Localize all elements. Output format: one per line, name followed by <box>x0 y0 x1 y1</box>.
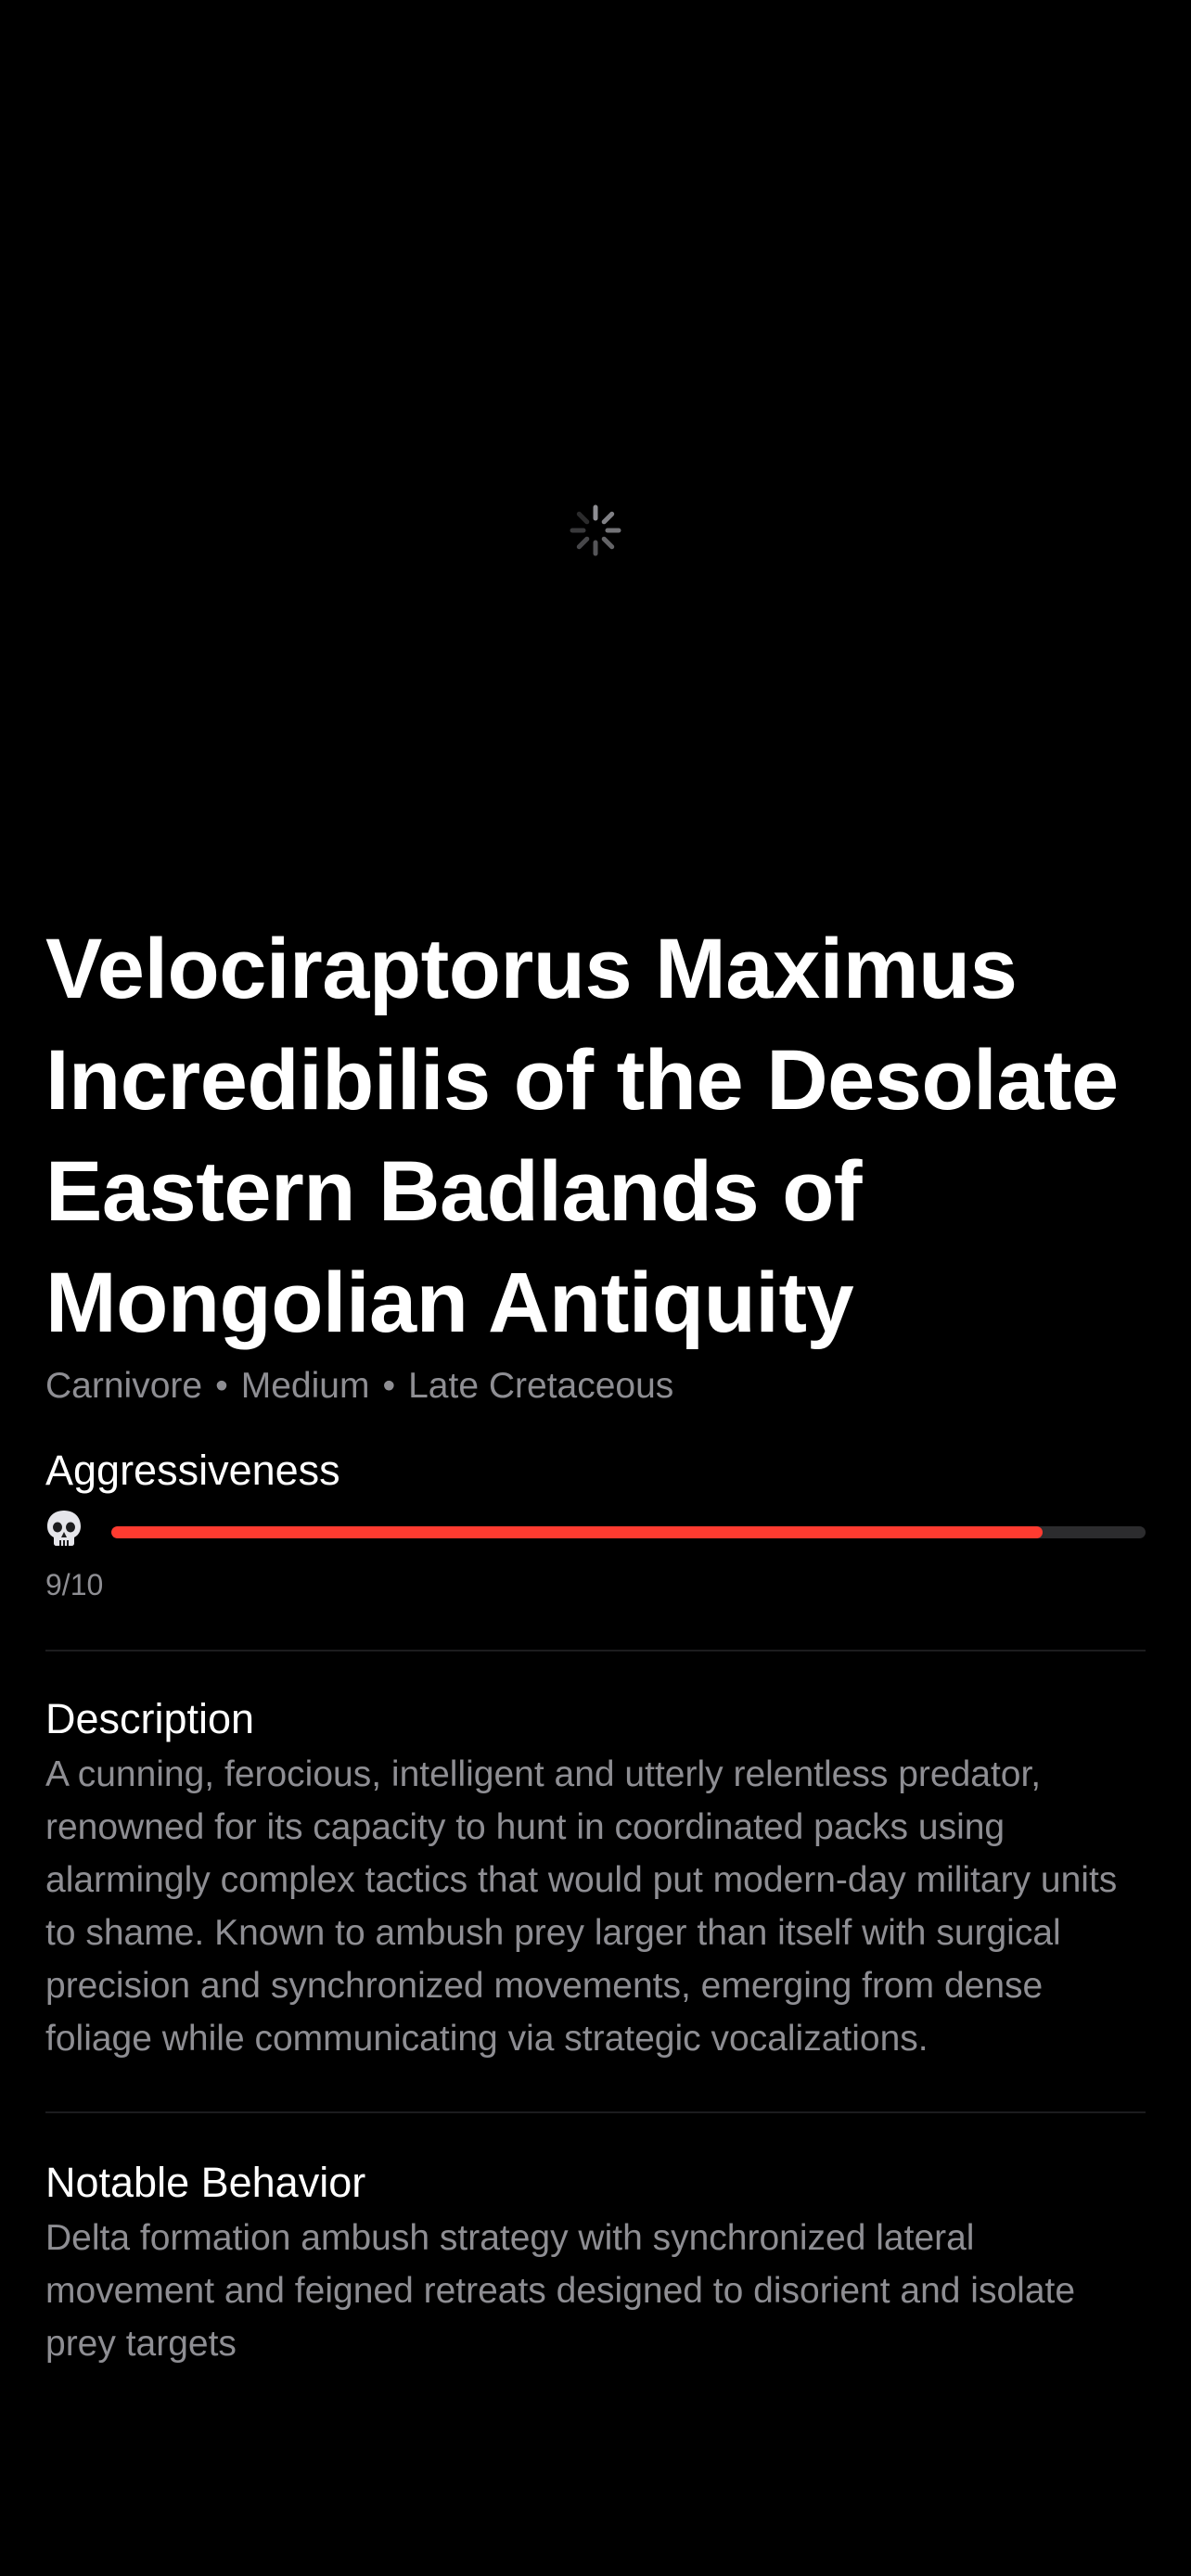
aggressiveness-track <box>111 1526 1146 1538</box>
skull-icon <box>47 1511 81 1546</box>
divider <box>45 1650 1146 1651</box>
description-heading: Description <box>45 1695 255 1742</box>
notable-behavior-text: Delta formation ambush strategy with syn… <box>45 2218 1076 2364</box>
aggressiveness-meter <box>45 1507 1146 1553</box>
separator-dot: • <box>382 1366 396 1406</box>
separator-dot: • <box>215 1366 228 1406</box>
aggressiveness-label: Aggressiveness <box>45 1447 340 1494</box>
page-title: Velociraptorus Maximus Incredibilis of t… <box>45 922 1119 1350</box>
activity-spinner-icon <box>570 504 621 556</box>
aggressiveness-fill <box>111 1526 1043 1538</box>
diet-text: Carnivore <box>45 1366 203 1406</box>
dinosaur-detail: Velociraptorus Maximus Incredibilis of t… <box>45 913 1146 2370</box>
notable-behavior-heading: Notable Behavior <box>45 2159 366 2206</box>
dino-meta: Carnivore • Medium • Late Cretaceous <box>45 1364 1146 1409</box>
description-text: A cunning, ferocious, intelligent and ut… <box>45 1754 1118 2059</box>
aggressiveness-score: 9/10 <box>45 1568 104 1601</box>
divider <box>45 2111 1146 2113</box>
hero-image-placeholder <box>0 0 1191 890</box>
size-text: Medium <box>240 1366 370 1406</box>
period-text: Late Cretaceous <box>408 1366 674 1406</box>
